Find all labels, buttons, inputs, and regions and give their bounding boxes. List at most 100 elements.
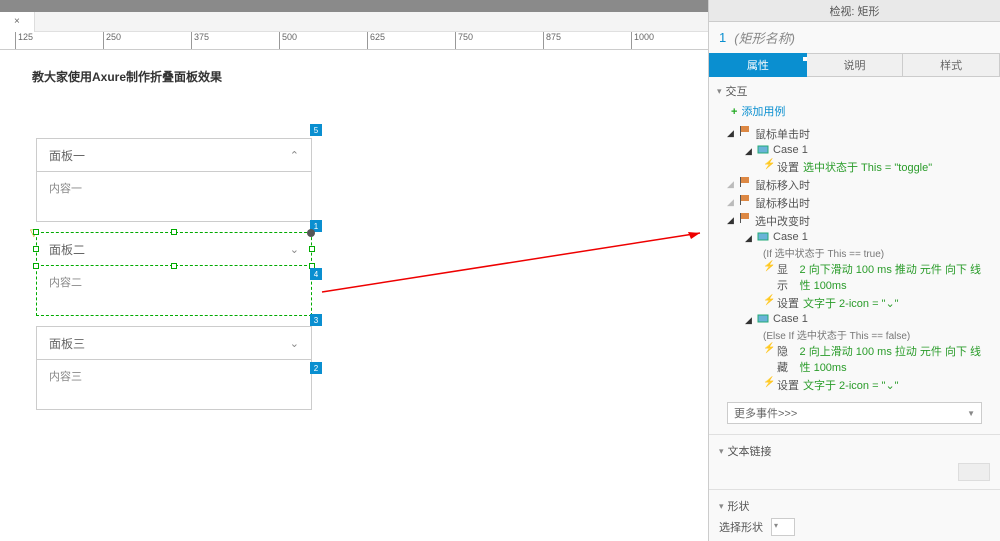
shape-picker[interactable]: ▾	[771, 518, 795, 536]
action-detail: 2 向上滑动 100 ms 拉动 元件 向下 线性 100ms	[800, 343, 992, 375]
bolt-icon: ⚡	[763, 261, 773, 272]
case-icon	[757, 231, 769, 243]
panel-header-2[interactable]: 面板二 ⌄	[36, 232, 312, 266]
event-label: 鼠标移出时	[755, 195, 810, 211]
note-badge[interactable]: 2	[310, 362, 322, 374]
ruler-tick: 875	[543, 32, 561, 49]
event-icon	[739, 126, 751, 136]
tab-properties[interactable]: 属性	[709, 53, 807, 77]
resize-handle[interactable]	[309, 246, 315, 252]
ruler-tick: 125	[15, 32, 33, 49]
chevron-down-icon: ▾	[774, 521, 778, 530]
action-detail: 选中状态于 This = "toggle"	[803, 159, 932, 175]
panel-header-label: 面板一	[49, 147, 85, 164]
widget-name-row: 1 (矩形名称)	[709, 22, 1000, 53]
event-action[interactable]: ⚡ 设置 选中状态于 This = "toggle"	[763, 158, 992, 176]
add-case-link[interactable]: + 添加用例	[731, 103, 992, 119]
section-label: 形状	[728, 498, 750, 514]
ruler-tick: 250	[103, 32, 121, 49]
bolt-icon: ⚡	[763, 343, 773, 354]
event-action[interactable]: ⚡ 显示 2 向下滑动 100 ms 推动 元件 向下 线性 100ms	[763, 260, 992, 294]
note-badge[interactable]: 4	[310, 268, 322, 280]
chevron-down-icon: ⌄	[290, 337, 299, 350]
event-case[interactable]: ◢ Case 1	[745, 312, 992, 327]
tab-style[interactable]: 样式	[903, 53, 1000, 77]
note-badge[interactable]: 5	[310, 124, 322, 136]
action-verb: 显示	[777, 261, 796, 293]
triangle-icon: ◢	[745, 313, 753, 326]
action-detail: 文字于 2-icon = "⌄"	[803, 295, 899, 311]
action-verb: 设置	[777, 295, 799, 311]
resize-handle[interactable]	[33, 229, 39, 235]
inspector-tabs: 属性 说明 样式	[709, 53, 1000, 77]
action-verb: 隐藏	[777, 343, 796, 375]
case-icon	[757, 144, 769, 156]
inspector-body: ▾ 交互 + 添加用例 ◢ 鼠标单击时 ◢ Case 1 ⚡ 设置	[709, 77, 1000, 541]
triangle-icon: ◢	[727, 126, 735, 139]
accordion-stack: 5 面板一 ⌃ 内容一 ▽ 1 面板二 ⌄ 4	[36, 138, 312, 410]
resize-handle[interactable]	[33, 246, 39, 252]
rotate-handle[interactable]	[307, 229, 315, 237]
more-events-dropdown[interactable]: 更多事件>>> ▼	[727, 402, 982, 424]
ruler-tick: 1000	[631, 32, 654, 49]
case-condition: (Else If 选中状态于 This == false)	[763, 327, 992, 342]
event-on-mouse-enter[interactable]: ◢ 鼠标移入时	[727, 176, 992, 194]
resize-handle[interactable]	[171, 229, 177, 235]
bolt-icon: ⚡	[763, 377, 773, 388]
triangle-icon: ◢	[727, 213, 735, 226]
panel-header-3[interactable]: 面板三 ⌄	[36, 326, 312, 360]
tab-notes[interactable]: 说明	[807, 53, 904, 77]
inspector-panel: 检视: 矩形 1 (矩形名称) 属性 说明 样式 ▾ 交互 + 添加用例 ◢ 鼠标…	[708, 0, 1000, 541]
case-label: Case 1	[773, 313, 808, 325]
panel-body-2[interactable]: 内容二	[36, 266, 312, 316]
chevron-down-icon: ▾	[717, 86, 722, 97]
inspector-title: 检视: 矩形	[709, 0, 1000, 22]
panel-header-label: 面板三	[49, 335, 85, 352]
case-label: Case 1	[773, 144, 808, 156]
app-top-bar	[0, 0, 708, 12]
bolt-icon: ⚡	[763, 295, 773, 306]
action-verb: 设置	[777, 159, 799, 175]
text-link-button[interactable]	[958, 463, 990, 481]
event-label: 鼠标单击时	[755, 126, 810, 142]
note-badge[interactable]: 3	[310, 314, 322, 326]
triangle-icon: ◢	[745, 144, 753, 157]
event-action[interactable]: ⚡ 隐藏 2 向上滑动 100 ms 拉动 元件 向下 线性 100ms	[763, 342, 992, 376]
panel-body-3[interactable]: 内容三	[36, 360, 312, 410]
event-label: 鼠标移入时	[755, 177, 810, 193]
event-tree: ◢ 鼠标单击时 ◢ Case 1 ⚡ 设置 选中状态于 This = "togg…	[727, 125, 992, 394]
section-label: 交互	[726, 83, 748, 99]
ruler-tick: 750	[455, 32, 473, 49]
chevron-down-icon: ⌄	[290, 243, 299, 256]
action-detail: 2 向下滑动 100 ms 推动 元件 向下 线性 100ms	[800, 261, 992, 293]
event-case[interactable]: ◢ Case 1	[745, 230, 992, 245]
ruler-tick: 625	[367, 32, 385, 49]
event-case[interactable]: ◢ Case 1	[745, 143, 992, 158]
panel-body-1[interactable]: 内容一	[36, 172, 312, 222]
section-interactions[interactable]: ▾ 交互	[717, 83, 992, 99]
ruler-tick: 375	[191, 32, 209, 49]
section-shape[interactable]: ▾ 形状	[719, 498, 990, 514]
event-icon	[739, 195, 751, 205]
event-on-selected-change[interactable]: ◢ 选中改变时	[727, 212, 992, 230]
bolt-icon: ⚡	[763, 159, 773, 170]
panel-header-label: 面板二	[49, 241, 85, 258]
panel-header-1[interactable]: 面板一 ⌃	[36, 138, 312, 172]
section-text-link[interactable]: ▾ 文本链接	[719, 443, 990, 459]
triangle-icon: ◢	[727, 195, 735, 208]
add-case-label: 添加用例	[741, 106, 785, 118]
horizontal-ruler: 125 250 375 500 625 750 875 1000	[0, 32, 708, 50]
event-action[interactable]: ⚡ 设置 文字于 2-icon = "⌄"	[763, 294, 992, 312]
event-action[interactable]: ⚡ 设置 文字于 2-icon = "⌄"	[763, 376, 992, 394]
design-canvas[interactable]: 教大家使用Axure制作折叠面板效果 5 面板一 ⌃ 内容一 ▽ 1 面板二 ⌄	[0, 50, 708, 541]
event-on-mouse-leave[interactable]: ◢ 鼠标移出时	[727, 194, 992, 212]
plus-icon: +	[731, 106, 737, 118]
event-on-click[interactable]: ◢ 鼠标单击时	[727, 125, 992, 143]
resize-handle[interactable]	[33, 263, 39, 269]
close-icon[interactable]: ×	[14, 16, 20, 27]
widget-name-input[interactable]: (矩形名称)	[734, 28, 795, 47]
document-tab[interactable]: ×	[0, 12, 35, 32]
more-events-label: 更多事件>>>	[734, 405, 797, 421]
case-label: Case 1	[773, 231, 808, 243]
resize-handle[interactable]	[171, 263, 177, 269]
